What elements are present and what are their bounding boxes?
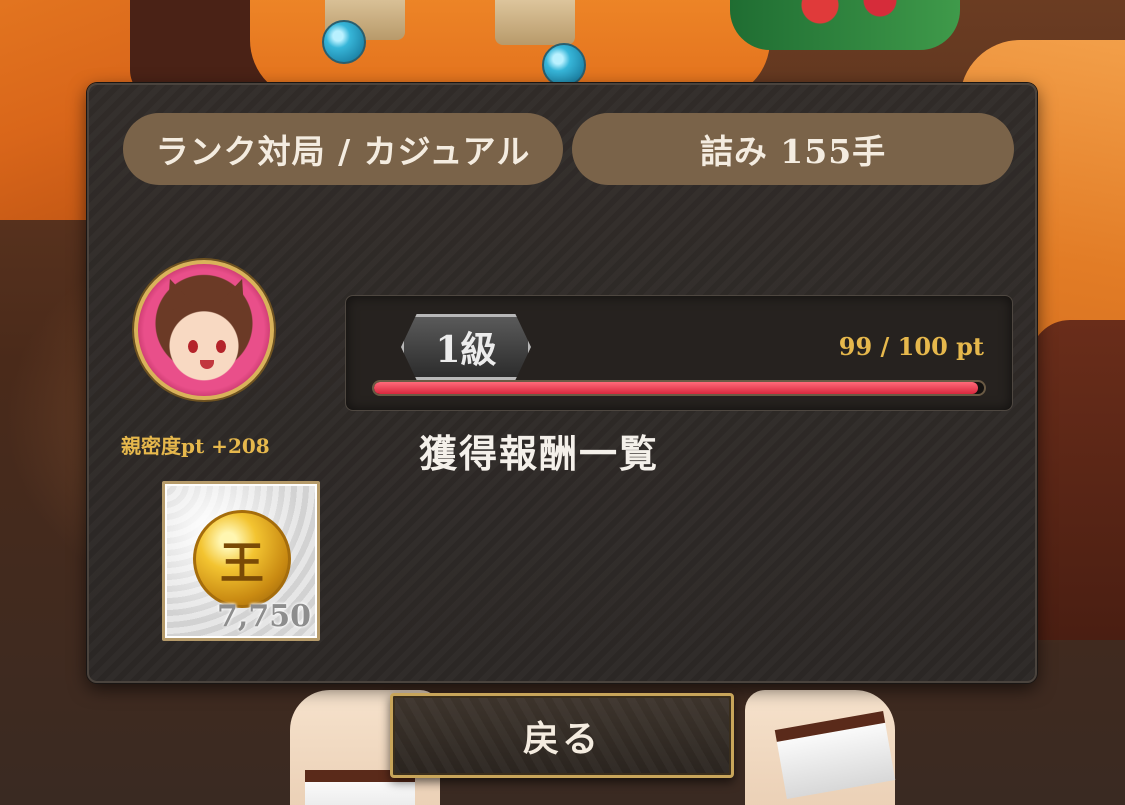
avatar-eye [188,340,198,353]
rewards-heading: 獲得報酬一覧 [419,431,660,476]
background-robe-right-dark [1030,320,1125,640]
avatar-ear [158,274,193,311]
result-panel: ランク対局 / カジュアル 詰み 155手 親密度pt +208 王 7,750… [87,83,1037,683]
character-avatar [134,260,274,400]
rank-points-label: 99 / 100 pt [838,332,984,361]
rank-progress-box: 1級 99 / 100 pt [345,295,1013,411]
background-bead [542,43,586,87]
avatar-mouth [200,360,214,369]
rank-progress-fill [374,382,978,394]
avatar-ear [220,274,255,311]
avatar-eye [216,340,226,353]
background-flower [730,0,960,50]
background-bead [322,20,366,64]
gold-coin-icon: 王 [193,510,291,608]
rank-badge: 1級 [401,314,531,380]
reward-item[interactable]: 王 7,750 [162,481,320,641]
match-mode-label: ランク対局 / カジュアル [123,113,563,185]
affection-points-label: 親密度pt +208 [121,434,270,458]
background-ornament [495,0,575,45]
rank-progress-bar [372,380,986,396]
puzzle-moves-label: 詰み 155手 [572,113,1014,185]
reward-amount: 7,750 [217,599,311,634]
back-button[interactable]: 戻る [390,693,734,778]
